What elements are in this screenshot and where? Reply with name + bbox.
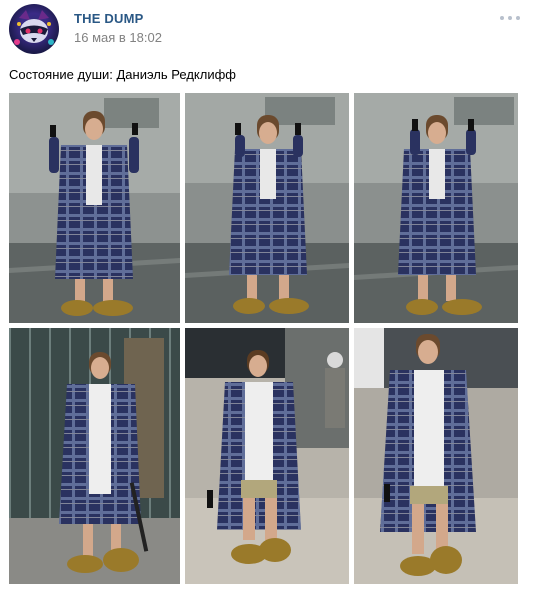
post-author-link[interactable]: THE DUMP — [74, 11, 144, 26]
dot — [508, 16, 512, 20]
post-text: Состояние души: Даниэль Редклифф — [9, 67, 236, 82]
more-dots-icon[interactable] — [500, 11, 520, 25]
photo-3[interactable] — [354, 93, 518, 323]
raccoon-avatar-icon[interactable] — [9, 4, 59, 54]
dot — [516, 16, 520, 20]
photo-4[interactable] — [9, 328, 180, 584]
dot — [500, 16, 504, 20]
photo-1[interactable] — [9, 93, 180, 323]
photo-5[interactable] — [185, 328, 349, 584]
wall-post: THE DUMP 16 мая в 18:02 Состояние души: … — [0, 0, 537, 597]
photo-2[interactable] — [185, 93, 349, 323]
post-date[interactable]: 16 мая в 18:02 — [74, 30, 162, 45]
photo-6[interactable] — [354, 328, 518, 584]
